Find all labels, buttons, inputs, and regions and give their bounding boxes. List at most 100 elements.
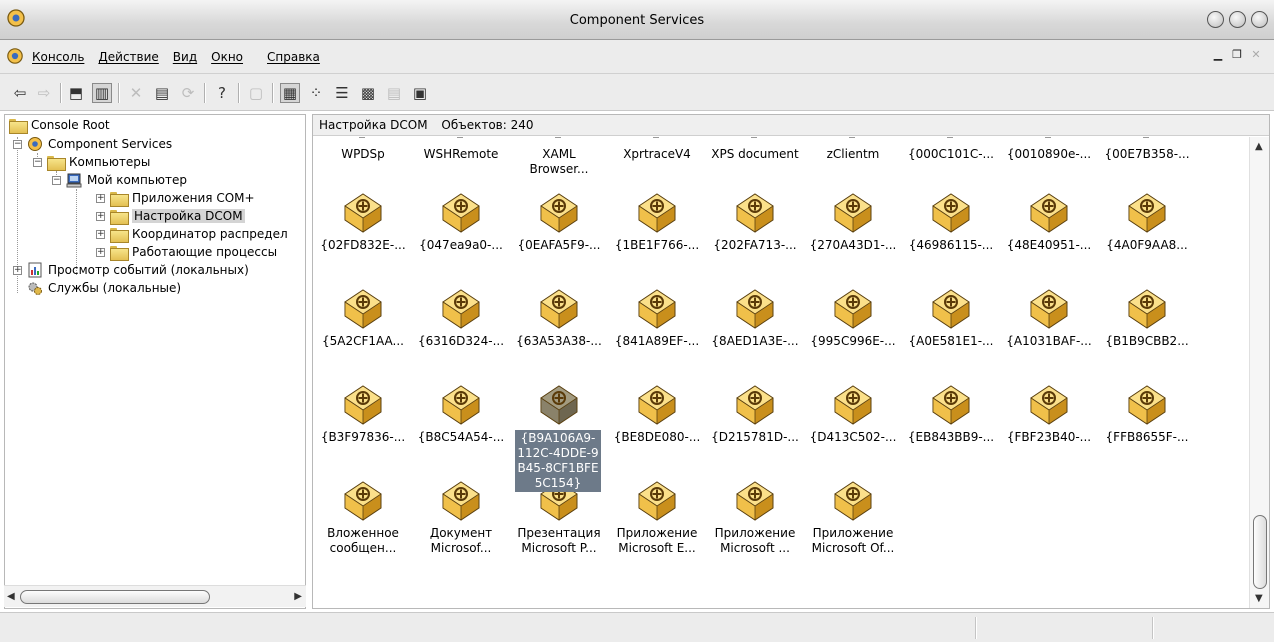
- new-window-icon[interactable]: ▢: [246, 83, 266, 103]
- dcom-object-item[interactable]: {202FA713-...: [705, 191, 805, 283]
- console-menu-icon[interactable]: [6, 47, 24, 65]
- tree-item-computers[interactable]: − Компьютеры: [33, 153, 150, 171]
- dcom-object-item[interactable]: {D413C502-...: [803, 383, 903, 475]
- tree-item-com-plus-apps[interactable]: + Приложения COM+: [96, 189, 255, 207]
- refresh-icon[interactable]: ⟳: [178, 83, 198, 103]
- expand-icon[interactable]: +: [13, 265, 22, 275]
- tree-item-event-viewer[interactable]: + Просмотр событий (локальных): [13, 261, 249, 279]
- dcom-object-item[interactable]: {B1B9CBB2...: [1097, 287, 1197, 379]
- help-icon[interactable]: ?: [212, 83, 232, 103]
- dcom-object-item[interactable]: zClientm: [803, 137, 903, 189]
- vertical-scrollbar[interactable]: ▲ ▼: [1249, 137, 1269, 608]
- close-button[interactable]: [1251, 11, 1268, 28]
- dcom-object-item[interactable]: {EB843BB9-...: [901, 383, 1001, 475]
- scroll-down-icon[interactable]: ▼: [1255, 593, 1263, 604]
- detail-view-icon[interactable]: ▩: [358, 83, 378, 103]
- dcom-object-item[interactable]: Приложение Microsoft ...: [705, 479, 805, 571]
- scroll-left-icon[interactable]: ◀: [7, 591, 15, 602]
- dcom-object-item[interactable]: {6316D324-...: [411, 287, 511, 379]
- dcom-object-item[interactable]: {D215781D-...: [705, 383, 805, 475]
- expand-icon[interactable]: +: [96, 211, 105, 221]
- dcom-object-item[interactable]: Приложение Microsoft E...: [607, 479, 707, 571]
- dcom-object-item[interactable]: {A1031BAF-...: [999, 287, 1099, 379]
- dcom-object-item[interactable]: {8AED1A3E-...: [705, 287, 805, 379]
- tree-item-dcom-config[interactable]: + Настройка DCOM: [96, 207, 245, 225]
- scroll-up-icon[interactable]: ▲: [1255, 141, 1263, 152]
- console-icon[interactable]: ▣: [410, 83, 430, 103]
- small-icons-view-icon[interactable]: ⁘: [306, 83, 326, 103]
- configure-icon[interactable]: ▤: [384, 83, 404, 103]
- dcom-object-item[interactable]: {0EAFA5F9-...: [509, 191, 609, 283]
- dcom-object-item[interactable]: {63A53A38-...: [509, 287, 609, 379]
- scroll-right-icon[interactable]: ▶: [294, 591, 302, 602]
- dcom-object-label: {EB843BB9-...: [907, 430, 995, 444]
- minimize-button[interactable]: [1207, 11, 1224, 28]
- dcom-object-label: {D215781D-...: [711, 430, 799, 444]
- dcom-object-item[interactable]: XprtraceV4: [607, 137, 707, 189]
- dcom-object-label: {02FD832E-...: [320, 238, 406, 252]
- menu-view[interactable]: Вид: [173, 50, 197, 64]
- dcom-object-item[interactable]: {A0E581E1-...: [901, 287, 1001, 379]
- dcom-object-item[interactable]: XPS document: [705, 137, 805, 189]
- dcom-object-item[interactable]: {B3F97836-...: [313, 383, 413, 475]
- dcom-object-item[interactable]: Документ Microsof...: [411, 479, 511, 571]
- dcom-object-item[interactable]: Приложение Microsoft Of...: [803, 479, 903, 571]
- dcom-object-item[interactable]: {B8C54A54-...: [411, 383, 511, 475]
- dcom-object-item[interactable]: {270A43D1-...: [803, 191, 903, 283]
- expand-icon[interactable]: +: [96, 229, 105, 239]
- dcom-object-item[interactable]: WPDSp: [313, 137, 413, 189]
- collapse-icon[interactable]: −: [52, 175, 61, 185]
- menu-action[interactable]: Действие: [98, 50, 158, 64]
- dcom-object-item[interactable]: Презентация Microsoft P...: [509, 479, 609, 571]
- tree-item-services[interactable]: Службы (локальные): [27, 279, 181, 297]
- tree-item-console-root[interactable]: Console Root: [9, 116, 110, 134]
- dcom-object-item[interactable]: {841A89EF-...: [607, 287, 707, 379]
- delete-icon[interactable]: ✕: [126, 83, 146, 103]
- mdi-minimize-icon[interactable]: ▁: [1210, 48, 1226, 64]
- expand-icon[interactable]: +: [96, 193, 105, 203]
- dcom-object-item[interactable]: {047ea9a0-...: [411, 191, 511, 283]
- expand-icon[interactable]: +: [96, 247, 105, 257]
- tree-item-component-services[interactable]: − Component Services: [13, 135, 172, 153]
- dcom-object-item[interactable]: {00E7B358-...: [1097, 137, 1197, 189]
- dcom-object-item[interactable]: {B9A106A9-112C-4DDE-9B45-8CF1BFE5C154}: [509, 383, 609, 492]
- scrollbar-thumb[interactable]: [1253, 515, 1267, 589]
- dcom-object-item[interactable]: {BE8DE080-...: [607, 383, 707, 475]
- dcom-object-item[interactable]: Вложенное сообщен...: [313, 479, 413, 571]
- up-folder-icon[interactable]: ⬒: [66, 83, 86, 103]
- mdi-close-icon[interactable]: ✕: [1248, 48, 1264, 64]
- maximize-button[interactable]: [1229, 11, 1246, 28]
- properties-icon[interactable]: ▤: [152, 83, 172, 103]
- dcom-object-item[interactable]: {FBF23B40-...: [999, 383, 1099, 475]
- mdi-restore-icon[interactable]: ❐: [1229, 48, 1245, 64]
- scrollbar-thumb[interactable]: [20, 590, 210, 604]
- dcom-object-item[interactable]: {0010890e-...: [999, 137, 1099, 189]
- tree-horizontal-scrollbar[interactable]: ◀ ▶: [4, 585, 306, 607]
- dcom-object-item[interactable]: {FFB8655F-...: [1097, 383, 1197, 475]
- menu-window[interactable]: Окно: [211, 50, 243, 64]
- dcom-object-item[interactable]: {4A0F9AA8...: [1097, 191, 1197, 283]
- dcom-object-item[interactable]: {1BE1F766-...: [607, 191, 707, 283]
- back-arrow-icon[interactable]: ⇦: [10, 83, 30, 103]
- icon-edge: [1045, 137, 1051, 138]
- menu-console[interactable]: Консоль: [32, 50, 84, 64]
- menu-help[interactable]: Справка: [267, 50, 320, 64]
- tree-item-dtc[interactable]: + Координатор распредел: [96, 225, 288, 243]
- dcom-object-item[interactable]: {48E40951-...: [999, 191, 1099, 283]
- show-hide-tree-icon[interactable]: ▥: [92, 83, 112, 103]
- dcom-object-item[interactable]: {5A2CF1AA...: [313, 287, 413, 379]
- dcom-object-item[interactable]: {02FD832E-...: [313, 191, 413, 283]
- large-icons-view-icon[interactable]: ▦: [280, 83, 300, 103]
- tree-item-running-processes[interactable]: + Работающие процессы: [96, 243, 277, 261]
- dcom-object-item[interactable]: {000C101C-...: [901, 137, 1001, 189]
- tree-item-my-computer[interactable]: − Мой компьютер: [52, 171, 187, 189]
- dcom-object-item[interactable]: {995C996E-...: [803, 287, 903, 379]
- dcom-object-item[interactable]: XAML Browser...: [509, 137, 609, 189]
- collapse-icon[interactable]: −: [13, 139, 22, 149]
- collapse-icon[interactable]: −: [33, 157, 42, 167]
- dcom-object-item[interactable]: {46986115-...: [901, 191, 1001, 283]
- dcom-object-item[interactable]: WSHRemote: [411, 137, 511, 189]
- list-view-icon[interactable]: ☰: [332, 83, 352, 103]
- dcom-object-label: Приложение Microsoft ...: [714, 526, 796, 555]
- forward-arrow-icon[interactable]: ⇨: [34, 83, 54, 103]
